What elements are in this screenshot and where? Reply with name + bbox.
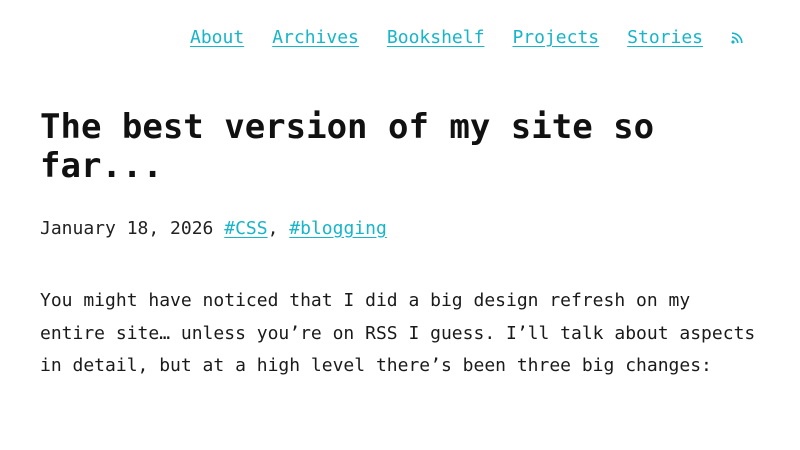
post-meta: January 18, 2026 #CSS, #blogging	[40, 218, 387, 239]
nav-link-bookshelf[interactable]: Bookshelf	[387, 27, 485, 48]
post-body-paragraph: You might have noticed that I did a big …	[40, 290, 756, 376]
rss-icon[interactable]	[731, 31, 743, 44]
nav-link-projects[interactable]: Projects	[512, 27, 599, 48]
nav-link-archives[interactable]: Archives	[272, 27, 359, 48]
post-date: January 18, 2026	[40, 218, 214, 239]
tag-separator: ,	[267, 218, 279, 239]
nav-link-about[interactable]: About	[190, 27, 244, 48]
post-title: The best version of my site so far...	[40, 107, 655, 186]
nav-link-stories[interactable]: Stories	[627, 27, 703, 48]
tag-link-css[interactable]: #CSS	[224, 218, 267, 239]
tag-link-blogging[interactable]: #blogging	[289, 218, 387, 239]
main-nav: About Archives Bookshelf Projects Storie…	[190, 27, 743, 48]
